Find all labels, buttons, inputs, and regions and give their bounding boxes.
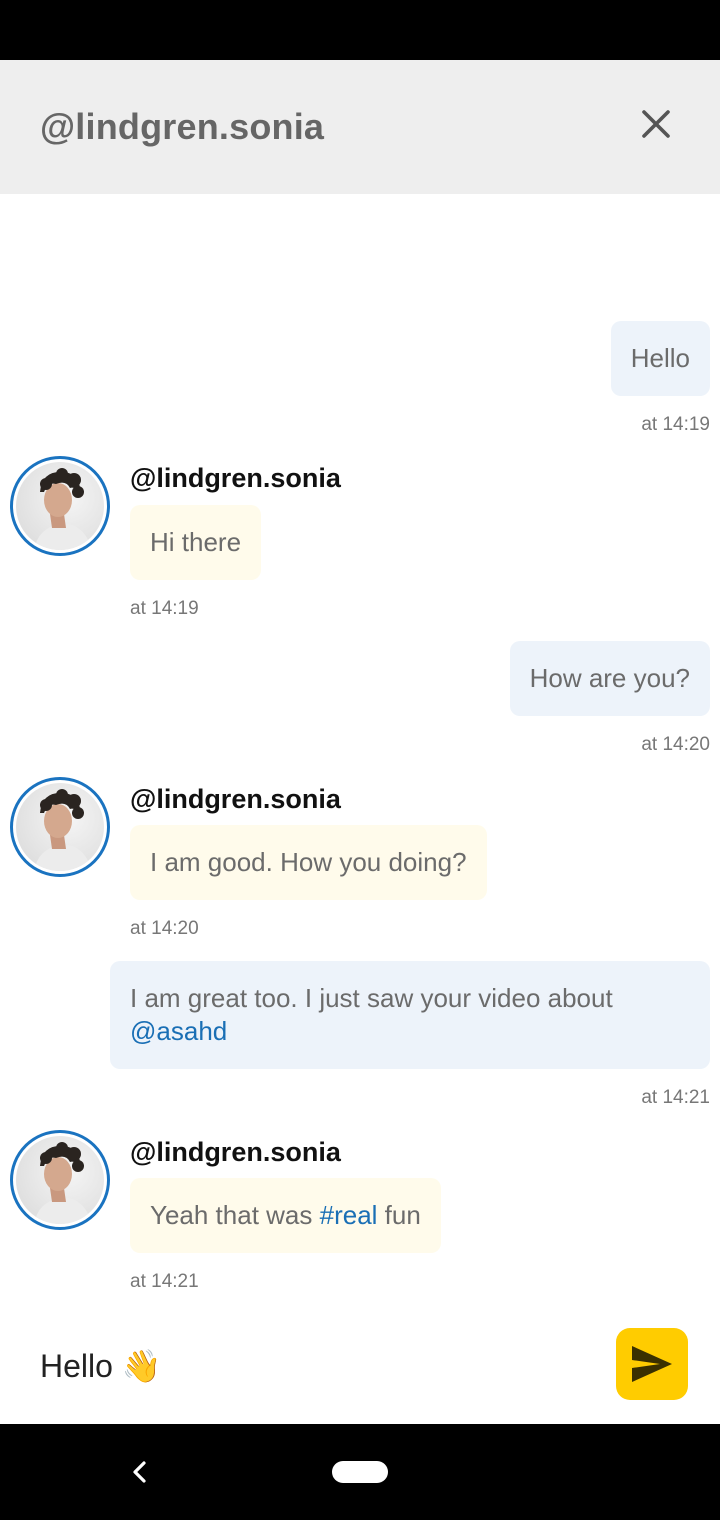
message-text: How are you? [529, 663, 690, 693]
outgoing-message-bubble: I am great too. I just saw your video ab… [110, 961, 710, 1069]
message-text: Yeah that was [150, 1200, 320, 1230]
avatar[interactable] [10, 1130, 110, 1230]
incoming-message-bubble: Hi there [130, 505, 262, 580]
message-composer [0, 1314, 720, 1424]
avatar-image [16, 1136, 104, 1224]
send-button[interactable] [616, 1328, 688, 1400]
close-button[interactable] [628, 96, 684, 152]
message-timestamp: at 14:21 [130, 1271, 199, 1292]
system-navigation-bar [0, 1424, 720, 1520]
message-timestamp: at 14:21 [641, 1087, 710, 1108]
outgoing-message-bubble: Hello [610, 321, 710, 396]
send-icon [632, 1346, 672, 1382]
message-text: I am great too. I just saw your video ab… [130, 983, 613, 1013]
close-icon [642, 110, 670, 138]
message-timestamp: at 14:20 [130, 918, 199, 939]
message-list[interactable]: Hello at 14:19 @lindgren.sonia Hi there … [0, 194, 720, 1314]
message-timestamp: at 14:19 [130, 598, 199, 619]
sender-username[interactable]: @lindgren.sonia [130, 463, 341, 494]
avatar[interactable] [10, 777, 110, 877]
message-input[interactable] [40, 1344, 580, 1388]
incoming-message-bubble: I am good. How you doing? [130, 825, 487, 900]
hashtag-link[interactable]: #real [320, 1200, 378, 1230]
avatar-image [16, 783, 104, 871]
avatar[interactable] [10, 456, 110, 556]
outgoing-message-bubble: How are you? [509, 641, 710, 716]
message-text: I am good. How you doing? [150, 847, 467, 877]
sender-username[interactable]: @lindgren.sonia [130, 1137, 341, 1168]
message-timestamp: at 14:19 [641, 414, 710, 435]
nav-home-pill[interactable] [332, 1461, 388, 1483]
avatar-image [16, 462, 104, 550]
mention-link[interactable]: @asahd [130, 1016, 227, 1046]
sender-username[interactable]: @lindgren.sonia [130, 784, 341, 815]
message-text: Hello [630, 343, 690, 373]
message-timestamp: at 14:20 [641, 734, 710, 755]
status-bar [0, 0, 720, 60]
nav-back-icon[interactable] [126, 1456, 154, 1488]
message-text-suffix: fun [377, 1200, 421, 1230]
chat-header: @lindgren.sonia [0, 60, 720, 194]
message-text: Hi there [150, 527, 242, 557]
incoming-message-bubble: Yeah that was #real fun [130, 1178, 441, 1253]
header-title: @lindgren.sonia [40, 106, 325, 147]
